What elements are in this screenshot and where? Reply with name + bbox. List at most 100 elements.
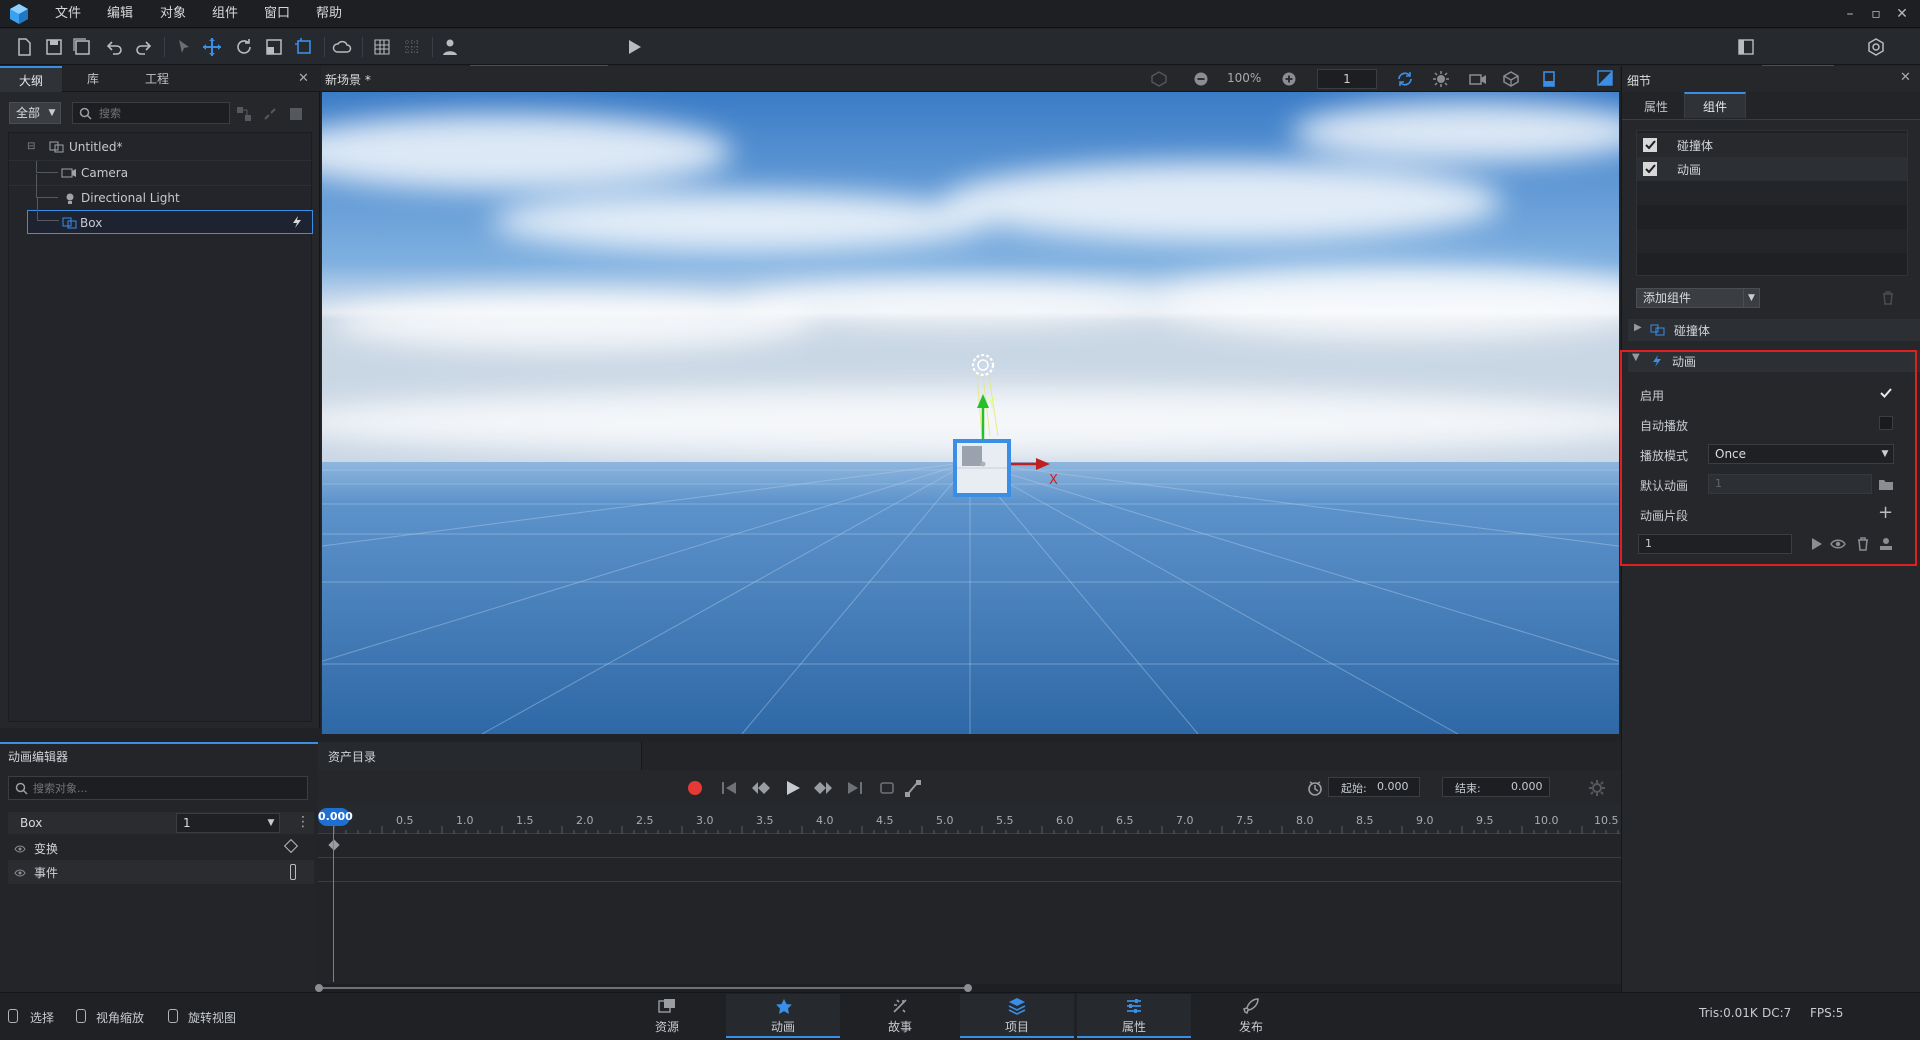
restore-icon[interactable]: ▫: [1866, 4, 1886, 24]
zoom-in-icon[interactable]: [1281, 71, 1297, 87]
scrollbar-handle-end[interactable]: [964, 984, 972, 992]
playhead-handle[interactable]: 0.000: [318, 808, 353, 826]
menu-object[interactable]: 对象: [160, 0, 186, 28]
prefab-icon[interactable]: [288, 106, 304, 122]
sun-settings-icon[interactable]: [1433, 71, 1449, 87]
tab-project[interactable]: 工程: [124, 66, 190, 92]
nav-publish[interactable]: 发布: [1194, 994, 1308, 1038]
assets-tab[interactable]: 资产目录: [318, 742, 642, 770]
snap-grid-icon[interactable]: [402, 37, 422, 57]
nav-project[interactable]: 项目: [960, 994, 1074, 1038]
section-collider-header[interactable]: ▶ 碰撞体: [1628, 319, 1920, 341]
outline-filter-dropdown[interactable]: 全部 ▼: [9, 102, 61, 124]
track-row-event[interactable]: 事件: [8, 860, 314, 884]
prev-keyframe-icon[interactable]: [750, 779, 772, 797]
checkbox-collider[interactable]: [1643, 138, 1657, 152]
cloud-icon[interactable]: [332, 37, 352, 57]
settings-hex-icon[interactable]: [1866, 37, 1886, 57]
layout-icon[interactable]: [1736, 37, 1756, 57]
keyframe-diamond-icon[interactable]: [328, 839, 340, 851]
track-row-transform[interactable]: 变换: [8, 836, 314, 860]
scale-tool-icon[interactable]: [264, 37, 284, 57]
playhead-line[interactable]: [333, 818, 334, 982]
nav-animation[interactable]: 动画: [726, 994, 840, 1038]
rect-tool-icon[interactable]: [294, 37, 314, 57]
nav-properties[interactable]: 属性: [1077, 994, 1191, 1038]
timeline-track-event[interactable]: [318, 858, 1621, 882]
menu-help[interactable]: 帮助: [316, 0, 342, 28]
outline-search-box[interactable]: [72, 102, 230, 124]
record-button[interactable]: [688, 781, 702, 795]
eye-icon[interactable]: [14, 868, 26, 878]
menu-edit[interactable]: 编辑: [107, 0, 133, 28]
skip-end-icon[interactable]: [846, 779, 864, 797]
tab-attributes[interactable]: 属性: [1628, 94, 1684, 120]
keyframe-diamond-icon[interactable]: [283, 838, 299, 854]
scene-viewport[interactable]: Y X: [322, 92, 1619, 734]
anim-clip-dropdown[interactable]: 1 ▼: [176, 813, 280, 833]
menu-component[interactable]: 组件: [212, 0, 238, 28]
anim-search-input[interactable]: [33, 780, 303, 796]
zoom-out-icon[interactable]: [1193, 71, 1209, 87]
timeline-scrollbar[interactable]: [315, 984, 1621, 992]
loop-icon[interactable]: [878, 779, 896, 797]
snap-time-icon[interactable]: [1306, 779, 1324, 797]
timeline-track-transform[interactable]: [318, 834, 1621, 858]
nav-assets[interactable]: 资源: [610, 994, 724, 1038]
link-node-icon[interactable]: [236, 106, 252, 122]
tree-item-scene[interactable]: ⊟ Untitled*: [9, 135, 311, 159]
next-keyframe-icon[interactable]: [812, 779, 834, 797]
start-time-field[interactable]: 起始: 0.000: [1328, 777, 1420, 797]
tree-connector: [36, 161, 58, 173]
undo-icon[interactable]: [104, 37, 124, 57]
collapse-toggle-icon[interactable]: ⊟: [27, 135, 35, 159]
timeline-scrollbar-thumb[interactable]: [318, 987, 968, 989]
rotate-tool-icon[interactable]: [234, 37, 254, 57]
move-tool-icon[interactable]: [202, 37, 222, 57]
save-icon[interactable]: [44, 37, 64, 57]
tab-components[interactable]: 组件: [1684, 92, 1746, 118]
component-item-animation[interactable]: 动画: [1637, 157, 1907, 181]
preview-person-icon[interactable]: [440, 37, 460, 57]
tree-item-box[interactable]: Box: [27, 197, 313, 234]
box-object[interactable]: [953, 439, 1011, 497]
timeline-settings-icon[interactable]: [1588, 779, 1606, 797]
unlink-icon[interactable]: [262, 106, 278, 122]
end-time-field[interactable]: 结束: 0.000: [1442, 777, 1550, 797]
more-options-icon[interactable]: ⋮: [296, 814, 310, 830]
select-tool-icon[interactable]: [174, 37, 194, 57]
delete-component-icon[interactable]: [1880, 290, 1896, 306]
anim-search-box[interactable]: [8, 776, 308, 800]
checkbox-animation[interactable]: [1643, 162, 1657, 176]
grid-icon[interactable]: [372, 37, 392, 57]
redo-icon[interactable]: [134, 37, 154, 57]
play-icon[interactable]: [624, 37, 644, 57]
video-camera-icon[interactable]: [1469, 71, 1487, 87]
save-view-icon[interactable]: [1541, 70, 1557, 88]
save-all-icon[interactable]: [72, 37, 92, 57]
component-item-collider[interactable]: 碰撞体: [1637, 133, 1907, 157]
3d-cube-icon[interactable]: [1503, 71, 1519, 87]
sync-icon[interactable]: [1396, 71, 1414, 87]
close-icon[interactable]: ✕: [1892, 4, 1912, 24]
tab-library[interactable]: 库: [62, 66, 124, 92]
nav-story[interactable]: 故事: [843, 994, 957, 1038]
outline-search-input[interactable]: [99, 105, 225, 121]
close-panel-icon[interactable]: ✕: [1900, 70, 1911, 85]
gradient-icon[interactable]: [1597, 70, 1613, 86]
new-file-icon[interactable]: [14, 37, 34, 57]
scrollbar-handle-start[interactable]: [315, 984, 323, 992]
skip-start-icon[interactable]: [720, 779, 738, 797]
timeline-play-icon[interactable]: [784, 779, 802, 797]
frame-input[interactable]: 1: [1317, 69, 1377, 89]
close-panel-icon[interactable]: ✕: [298, 71, 309, 86]
curve-edit-icon[interactable]: [904, 778, 922, 798]
minimize-icon[interactable]: –: [1840, 4, 1860, 24]
tab-outline[interactable]: 大纲: [0, 66, 62, 92]
gizmo-cube-icon[interactable]: [1151, 71, 1167, 87]
menu-window[interactable]: 窗口: [264, 0, 290, 28]
event-marker-icon[interactable]: [290, 864, 296, 880]
eye-icon[interactable]: [14, 844, 26, 854]
add-component-dropdown[interactable]: 添加组件 ▼: [1636, 288, 1760, 308]
menu-file[interactable]: 文件: [55, 0, 81, 28]
